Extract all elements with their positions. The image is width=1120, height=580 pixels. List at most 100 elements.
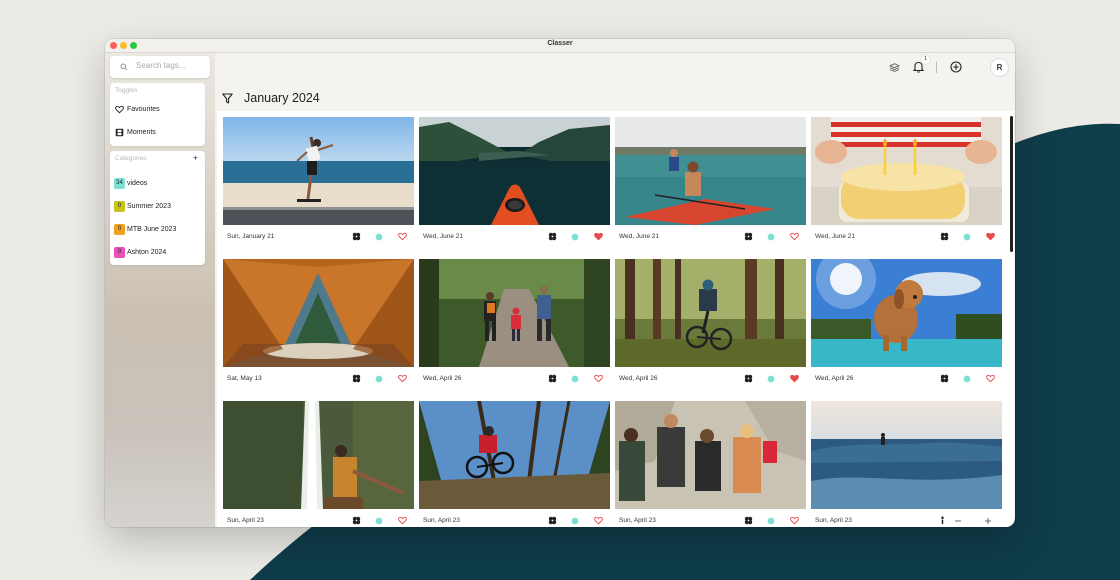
media-meta: Wed, April 26 [615,374,806,386]
category-count-badge: 34 [114,178,125,189]
favourite-heart-icon[interactable] [986,232,995,241]
media-meta: Wed, April 26 [811,374,1002,386]
heart-icon [115,105,124,114]
favourite-heart-icon[interactable] [594,232,603,241]
category-dot-icon[interactable] [963,233,971,241]
toolbar-divider [936,62,937,73]
tag-icon[interactable] [548,232,557,241]
media-gallery: Sun, January 21 Wed, June 21 Wed, June 2… [217,111,1014,527]
media-date: Wed, April 26 [815,375,854,382]
media-thumbnail[interactable] [811,401,1002,509]
media-meta: Wed, June 21 [419,232,610,244]
category-item[interactable]: 0 Summer 2023 [110,198,205,216]
media-thumbnail[interactable] [615,401,806,509]
media-thumbnail[interactable] [223,259,414,367]
favourite-heart-icon[interactable] [398,374,407,383]
media-card[interactable]: Sun, April 23 [223,401,414,527]
media-card[interactable]: Wed, June 21 [811,117,1002,247]
minus-icon[interactable] [954,517,962,525]
plus-icon[interactable] [984,517,992,525]
add-circle-icon[interactable] [950,61,962,73]
category-dot-icon[interactable] [963,375,971,383]
category-item[interactable]: 0 MTB June 2023 [110,221,205,239]
tag-icon[interactable] [940,232,949,241]
category-count-badge: 0 [114,247,125,258]
notification-count-badge: 1 [921,55,930,64]
favourite-heart-icon[interactable] [790,374,799,383]
media-thumbnail[interactable] [615,259,806,367]
favourite-heart-icon[interactable] [398,516,407,525]
media-meta: Sun, April 23 [811,516,1002,527]
search-box[interactable] [110,56,210,78]
user-avatar[interactable]: R [990,58,1009,77]
tag-icon[interactable] [744,516,753,525]
media-date: Sun, April 23 [227,517,264,524]
film-icon [115,128,124,137]
media-thumbnail[interactable] [419,401,610,509]
media-card[interactable]: Wed, April 26 [419,259,610,389]
add-category-button[interactable]: + [193,154,198,163]
category-dot-icon[interactable] [375,233,383,241]
toggle-moments[interactable]: Moments [110,124,205,142]
category-label: MTB June 2023 [127,226,177,233]
person-icon[interactable] [940,516,945,525]
toggle-moments-label: Moments [127,129,156,136]
favourite-heart-icon[interactable] [790,516,799,525]
media-card[interactable]: Wed, April 26 [811,259,1002,389]
media-thumbnail[interactable] [811,117,1002,225]
category-dot-icon[interactable] [571,517,579,525]
media-date: Sun, April 23 [423,517,460,524]
media-card[interactable]: Sun, April 23 [811,401,1002,527]
media-card[interactable]: Sun, April 23 [615,401,806,527]
media-card[interactable]: Wed, June 21 [615,117,806,247]
category-dot-icon[interactable] [375,517,383,525]
favourite-heart-icon[interactable] [986,374,995,383]
media-meta: Sat, May 13 [223,374,414,386]
gallery-scrollbar[interactable] [1010,116,1013,252]
category-count-badge: 0 [114,224,125,235]
media-card[interactable]: Sat, May 13 [223,259,414,389]
media-thumbnail[interactable] [615,117,806,225]
category-dot-icon[interactable] [375,375,383,383]
media-thumbnail[interactable] [223,117,414,225]
media-thumbnail[interactable] [419,117,610,225]
title-bar: Classer [105,39,1015,53]
category-label: videos [127,180,148,187]
favourite-heart-icon[interactable] [790,232,799,241]
media-thumbnail[interactable] [223,401,414,509]
category-dot-icon[interactable] [571,233,579,241]
tag-icon[interactable] [352,374,361,383]
media-thumbnail[interactable] [811,259,1002,367]
category-label: Ashton 2024 [127,249,167,256]
tag-icon[interactable] [548,516,557,525]
category-item[interactable]: 0 Ashton 2024 [110,244,205,262]
category-dot-icon[interactable] [571,375,579,383]
media-card[interactable]: Wed, June 21 [419,117,610,247]
media-card[interactable]: Wed, April 26 [615,259,806,389]
tag-icon[interactable] [744,232,753,241]
filter-icon[interactable] [222,93,233,104]
toggle-favourites[interactable]: Favourites [110,101,205,119]
tag-icon[interactable] [352,232,361,241]
search-input[interactable] [136,61,206,70]
tag-icon[interactable] [744,374,753,383]
media-date: Wed, June 21 [815,233,855,240]
media-date: Sat, May 13 [227,375,262,382]
media-thumbnail[interactable] [419,259,610,367]
favourite-heart-icon[interactable] [594,516,603,525]
media-date: Wed, April 26 [423,375,462,382]
tag-icon[interactable] [940,374,949,383]
media-card[interactable]: Sun, January 21 [223,117,414,247]
category-dot-icon[interactable] [767,233,775,241]
category-dot-icon[interactable] [767,375,775,383]
tag-icon[interactable] [548,374,557,383]
favourite-heart-icon[interactable] [398,232,407,241]
media-card[interactable]: Sun, April 23 [419,401,610,527]
media-date: Wed, June 21 [423,233,463,240]
category-dot-icon[interactable] [767,517,775,525]
layers-icon[interactable] [889,63,900,72]
favourite-heart-icon[interactable] [594,374,603,383]
media-meta: Sun, April 23 [419,516,610,527]
category-item[interactable]: 34 videos [110,175,205,193]
tag-icon[interactable] [352,516,361,525]
